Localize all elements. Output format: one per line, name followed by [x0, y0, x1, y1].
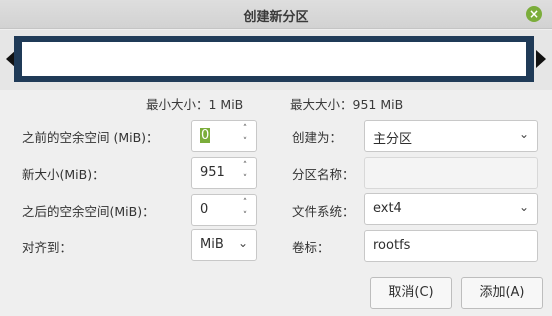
free-before-value: 0 — [200, 128, 211, 143]
new-size-spinbox[interactable]: 951 ˄ ˅ — [191, 157, 257, 189]
chevron-down-icon: ⌄ — [518, 200, 529, 214]
partition-name-input[interactable] — [364, 157, 538, 189]
create-partition-dialog: 创建新分区 × 最小大小：1 MiB 最大大小：951 MiB 之前的空余空间 … — [0, 0, 552, 316]
filesystem-value: ext4 — [373, 201, 402, 216]
filesystem-label: 文件系统： — [292, 204, 355, 219]
add-button[interactable]: 添加(A) — [461, 277, 543, 309]
align-label: 对齐到： — [22, 240, 73, 255]
free-before-label: 之前的空余空间 (MiB)： — [22, 130, 159, 145]
close-icon[interactable]: × — [526, 6, 542, 22]
new-size-label: 新大小(MiB)： — [22, 167, 105, 182]
min-size-label: 最小大小：1 MiB — [146, 97, 244, 112]
window-title: 创建新分区 — [243, 10, 309, 25]
spin-arrows-icon[interactable]: ˄ ˅ — [238, 197, 252, 223]
free-after-value: 0 — [200, 202, 209, 217]
volume-label-label: 卷标： — [292, 240, 330, 255]
align-select[interactable]: MiB ⌄ — [191, 229, 257, 261]
max-size-label: 最大大小：951 MiB — [290, 97, 404, 112]
free-after-label: 之后的空余空间(MiB)： — [22, 204, 155, 219]
spin-arrows-icon[interactable]: ˄ ˅ — [238, 123, 252, 149]
filesystem-select[interactable]: ext4 ⌄ — [364, 193, 538, 225]
volume-label-input[interactable]: rootfs — [364, 230, 538, 262]
cancel-button[interactable]: 取消(C) — [370, 277, 452, 309]
chevron-down-icon: ⌄ — [237, 236, 248, 250]
volume-label-value: rootfs — [373, 238, 411, 253]
partition-name-label: 分区名称： — [292, 167, 355, 182]
right-resize-handle-icon[interactable] — [536, 50, 546, 68]
spin-arrows-icon[interactable]: ˄ ˅ — [238, 160, 252, 186]
partition-visual-fill — [22, 42, 526, 76]
create-as-label: 创建为： — [292, 130, 343, 145]
free-before-spinbox[interactable]: 0 ˄ ˅ — [191, 120, 257, 152]
align-value: MiB — [200, 237, 224, 252]
free-after-spinbox[interactable]: 0 ˄ ˅ — [191, 194, 257, 226]
create-as-value: 主分区 — [373, 132, 413, 147]
titlebar: 创建新分区 × — [0, 0, 552, 29]
chevron-down-icon: ⌄ — [518, 127, 529, 141]
partition-resizer — [0, 30, 552, 90]
partition-visual[interactable] — [14, 36, 534, 82]
create-as-select[interactable]: 主分区 ⌄ — [364, 120, 538, 152]
new-size-value: 951 — [200, 165, 225, 180]
